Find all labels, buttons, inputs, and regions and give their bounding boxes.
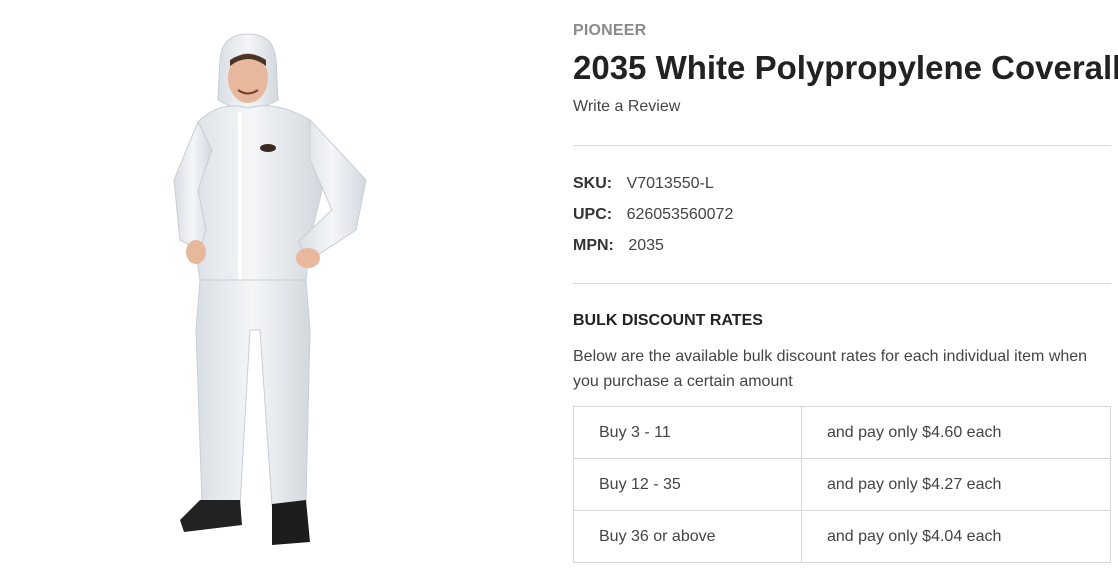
discount-quantity: Buy 3 - 11 [573,406,802,459]
mpn-value: 2035 [628,237,664,254]
product-page: PIONEER 2035 White Polypropylene Coveral… [0,0,1118,584]
discount-price: and pay only $4.60 each [801,406,1111,459]
brand-name[interactable]: PIONEER [573,22,646,40]
write-review-link[interactable]: Write a Review [573,98,680,116]
sku-row: SKU: V7013550-L [573,175,714,193]
bulk-discount-heading: BULK DISCOUNT RATES [573,312,763,329]
upc-value: 626053560072 [626,206,734,223]
bulk-discount-description: Below are the available bulk discount ra… [573,348,1088,390]
table-row: Buy 36 or above and pay only $4.04 each [573,510,1111,563]
sku-label: SKU: [573,175,613,192]
mpn-row: MPN: 2035 [573,237,664,255]
upc-label: UPC: [573,206,613,223]
divider [573,283,1111,284]
product-title: 2035 White Polypropylene Coverall [573,49,1118,86]
table-row: Buy 3 - 11 and pay only $4.60 each [573,406,1111,459]
table-row: Buy 12 - 35 and pay only $4.27 each [573,458,1111,511]
sku-value: V7013550-L [626,175,714,192]
divider [573,145,1111,146]
mpn-label: MPN: [573,237,614,254]
product-image [173,33,367,545]
discount-quantity: Buy 36 or above [573,510,802,563]
bulk-discount-table: Buy 3 - 11 and pay only $4.60 each Buy 1… [573,406,1111,563]
discount-quantity: Buy 12 - 35 [573,458,802,511]
upc-row: UPC: 626053560072 [573,206,733,224]
discount-price: and pay only $4.04 each [801,510,1111,563]
discount-price: and pay only $4.27 each [801,458,1111,511]
